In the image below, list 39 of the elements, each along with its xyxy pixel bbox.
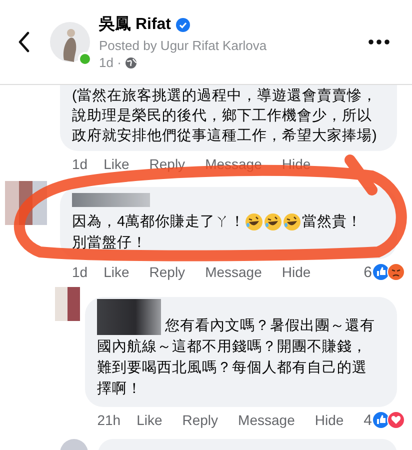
back-icon[interactable] [18,31,30,53]
action-link[interactable]: Reply [149,156,186,172]
action-link[interactable]: Reply [149,264,186,280]
comment-time: 21h [97,412,121,428]
comment-text: 國內航線～這都不用錢嗎？開團不賺錢， [97,338,368,356]
page-name[interactable]: 吳鳳 Rifat [99,14,171,35]
comment-text: 說助理是榮民的後代，鄉下工作機會少，所以 [72,106,372,124]
laughing-face-icon [283,212,302,230]
reaction-count: 6 [364,264,372,280]
laughing-face-icon [245,212,264,230]
blurred-name [97,298,162,334]
action-link[interactable]: Message [238,412,295,428]
comment-text: 當然貴！ [302,212,362,231]
laughing-face-icon [264,212,282,230]
comment-text: 因為，4萬都你賺走了ㄚ！ [72,212,246,231]
heart-reaction-icon [387,411,405,429]
comment-text: 別當盤仔！ [72,234,147,252]
action-link[interactable]: Like [104,156,130,172]
comment-text: 難到要喝西北風嗎？每個人都有自己的選 [97,359,368,377]
action-link[interactable]: Hide [314,412,344,428]
comment-text: (當然在旅客挑選的過程中，導遊還會賣賣慘， [72,86,377,104]
angry-reaction-icon [387,263,405,281]
action-link[interactable]: Hide [282,264,311,280]
comment-time: 1d [72,264,88,280]
reaction-count: 4 [364,412,372,428]
action-link[interactable]: Like [104,264,130,280]
action-link[interactable]: Reply [182,412,218,428]
comment-text: 政府就安排他們從事這種工作，希望大家捧場) [72,126,377,144]
globe-icon [125,56,138,68]
comment-time: 1d [72,156,88,172]
action-link[interactable]: Like [136,412,162,428]
action-link[interactable]: Message [205,264,262,280]
blurred-avatar [55,287,80,321]
avatar [50,22,90,62]
comment-text: 您有看內文嗎？暑假出團～還有 [165,317,376,335]
post-author: Posted by Ugur Rifat Karlova [99,38,268,53]
comment-text: 擇啊！ [97,380,142,398]
post-time: 1d · [99,55,122,70]
more-icon[interactable] [368,39,390,45]
